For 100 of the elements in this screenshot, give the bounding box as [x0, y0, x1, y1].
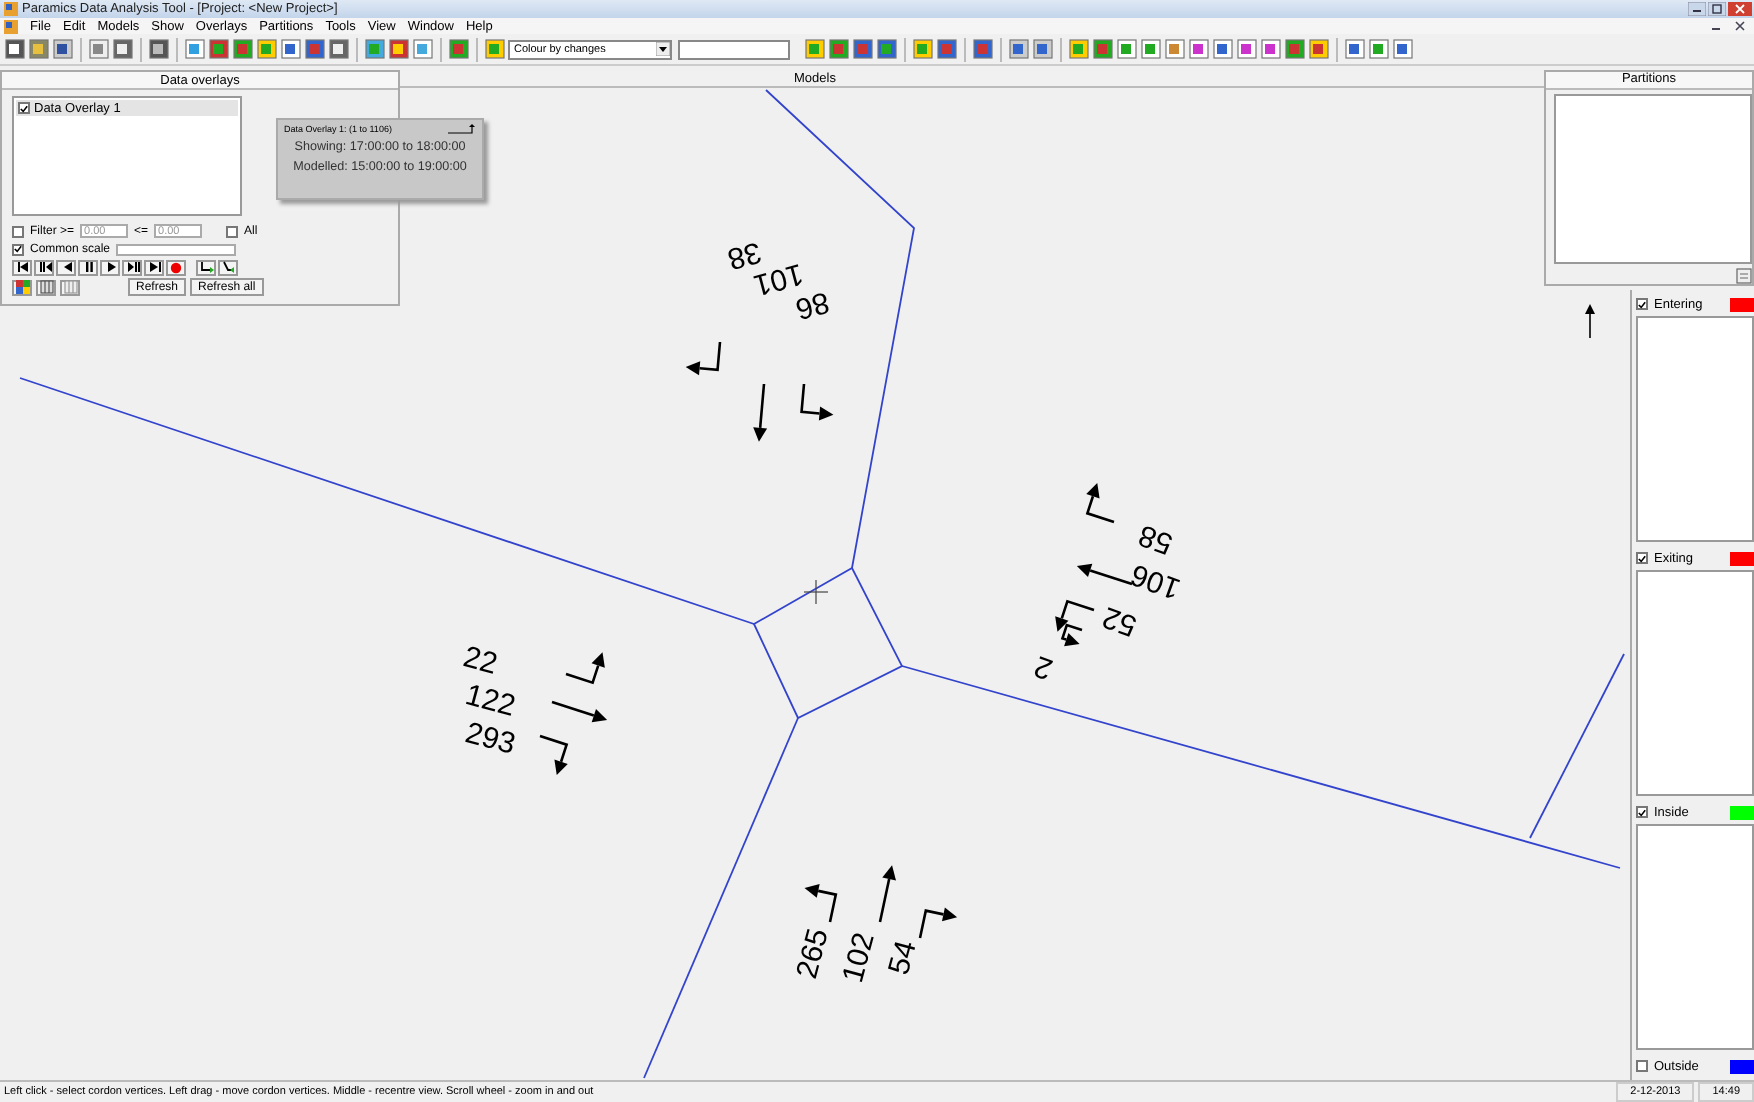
- toolbar-icon[interactable]: [972, 38, 994, 61]
- movement-arrow: [804, 884, 838, 923]
- list-view-icon[interactable]: [1736, 268, 1752, 284]
- checkbox[interactable]: [1636, 298, 1648, 310]
- toolbar-icon[interactable]: [1188, 38, 1210, 61]
- curve-button[interactable]: [196, 259, 216, 275]
- skip-end-icon: [147, 260, 161, 274]
- toolbar-icon[interactable]: [280, 38, 302, 61]
- north-arrow-icon: [1585, 304, 1595, 339]
- maximize-icon[interactable]: [1708, 2, 1726, 17]
- movement-arrow: [800, 383, 834, 421]
- checkbox[interactable]: [1636, 806, 1648, 818]
- toolbar-icon[interactable]: [208, 38, 230, 61]
- toolbar-field[interactable]: [678, 39, 790, 60]
- grid-button[interactable]: [36, 279, 56, 295]
- toolbar-icon[interactable]: [52, 38, 74, 61]
- toolbar-icon[interactable]: [876, 38, 898, 61]
- skip-end-button[interactable]: [144, 259, 164, 275]
- checkbox[interactable]: [12, 243, 24, 255]
- movement-arrow: [685, 341, 722, 376]
- checkbox[interactable]: [12, 225, 24, 237]
- list-box[interactable]: [1554, 93, 1752, 264]
- close-icon[interactable]: [1734, 20, 1746, 33]
- step-back-button[interactable]: [34, 259, 54, 275]
- toolbar-icon[interactable]: [1284, 38, 1306, 61]
- toolbar-icon[interactable]: [388, 38, 410, 61]
- checkbox[interactable]: [226, 225, 239, 237]
- toolbar-icon[interactable]: [148, 38, 170, 61]
- play-button[interactable]: [100, 259, 120, 275]
- caret-icon: [656, 42, 670, 57]
- checkbox[interactable]: [1636, 1060, 1648, 1072]
- play-icon: [103, 260, 117, 274]
- movement-arrow: [878, 865, 896, 923]
- toolbar-icon[interactable]: [828, 38, 850, 61]
- grid-icon: [63, 280, 77, 294]
- toolbar-icon[interactable]: [1392, 38, 1414, 61]
- movement-arrow: [565, 652, 605, 685]
- checkbox[interactable]: [18, 102, 30, 114]
- colour-swatch[interactable]: [1730, 1059, 1754, 1073]
- document-icon: [4, 19, 18, 34]
- curve-button[interactable]: [218, 259, 238, 275]
- pause-icon: [81, 260, 95, 274]
- toolbar-icon[interactable]: [112, 38, 134, 61]
- toolbar-icon[interactable]: [1032, 38, 1054, 61]
- toolbar-icon[interactable]: [364, 38, 386, 61]
- count-label: 86: [791, 284, 833, 326]
- count-label: 54: [882, 937, 924, 979]
- count-label: 58: [1134, 517, 1178, 561]
- movement-arrow: [918, 907, 958, 939]
- toolbar-icon[interactable]: [1140, 38, 1162, 61]
- minimize-icon[interactable]: [1688, 2, 1706, 17]
- scale-field[interactable]: [116, 243, 237, 255]
- skip-start-icon: [15, 260, 29, 274]
- step-forward-icon: [125, 260, 139, 274]
- record-icon: [170, 261, 182, 273]
- toolbar-icon[interactable]: [1212, 38, 1234, 61]
- movement-arrow: [539, 734, 569, 776]
- palette-icon: [15, 280, 29, 294]
- toolbar-icon[interactable]: [4, 38, 26, 61]
- movement-arrow: [753, 383, 768, 442]
- pin-icon[interactable]: [448, 124, 476, 134]
- count-label: 22: [459, 640, 501, 682]
- count-label: 2: [1030, 648, 1058, 686]
- play-back-icon: [59, 260, 73, 274]
- toolbar-icon[interactable]: [1308, 38, 1330, 61]
- count-label: 102: [836, 929, 882, 987]
- movement-arrow: [1085, 482, 1115, 524]
- toolbar-icon[interactable]: [88, 38, 110, 61]
- movement-arrow: [1076, 563, 1133, 586]
- toolbar-icon[interactable]: [1092, 38, 1114, 61]
- palette-button[interactable]: [12, 279, 32, 295]
- play-back-button[interactable]: [56, 259, 76, 275]
- toolbar-icon[interactable]: [448, 38, 470, 61]
- record-button[interactable]: [166, 259, 186, 275]
- count-label: 38: [723, 234, 765, 276]
- skip-start-button[interactable]: [12, 259, 32, 275]
- toolbar-icon[interactable]: [1236, 38, 1258, 61]
- toolbar-icon[interactable]: [328, 38, 350, 61]
- colour-swatch[interactable]: [1730, 551, 1754, 565]
- toolbar-icon[interactable]: [1344, 38, 1366, 61]
- step-forward-button[interactable]: [122, 259, 142, 275]
- grid-icon: [39, 280, 53, 294]
- app-icon: [4, 2, 18, 17]
- toolbar-icon[interactable]: [232, 38, 254, 61]
- toolbar-icon[interactable]: [28, 38, 50, 61]
- toolbar-icon[interactable]: [304, 38, 326, 61]
- toolbar-icon[interactable]: [1260, 38, 1282, 61]
- colour-swatch[interactable]: [1730, 297, 1754, 311]
- toolbar-icon[interactable]: [852, 38, 874, 61]
- colour-swatch[interactable]: [1730, 805, 1754, 819]
- toolbar-icon[interactable]: [1008, 38, 1030, 61]
- movement-arrow: [551, 700, 608, 723]
- close-icon[interactable]: [1728, 2, 1752, 17]
- checkbox[interactable]: [1636, 552, 1648, 564]
- toolbar-icon[interactable]: [1368, 38, 1390, 61]
- step-back-icon: [37, 260, 51, 274]
- crosshair-icon: [803, 579, 829, 605]
- pause-button[interactable]: [78, 259, 98, 275]
- toolbar-icon[interactable]: [936, 38, 958, 61]
- toolbar-icon[interactable]: [1116, 38, 1138, 61]
